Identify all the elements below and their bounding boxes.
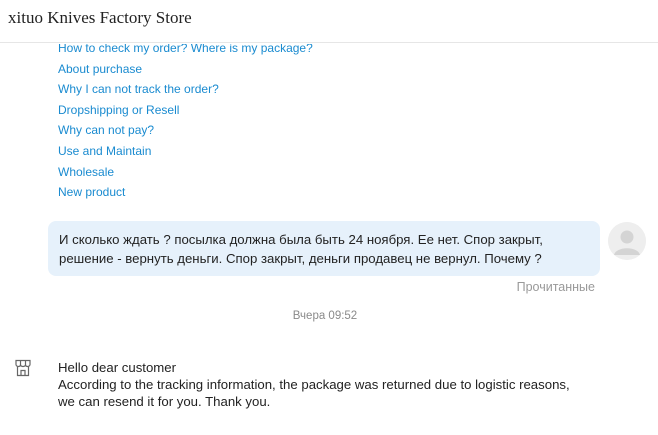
outgoing-message-text: И сколько ждать ? посылка должна была бы… [59, 232, 543, 266]
faq-link-use-maintain[interactable]: Use and Maintain [58, 141, 313, 162]
chat-area[interactable]: How to check my order? Where is my packa… [0, 44, 658, 435]
chat-header: xituo Knives Factory Store [0, 0, 658, 43]
faq-link-about-purchase[interactable]: About purchase [58, 59, 313, 80]
incoming-body: According to the tracking information, t… [58, 377, 570, 409]
read-status: Прочитанные [516, 280, 595, 294]
store-title[interactable]: xituo Knives Factory Store [8, 8, 192, 28]
faq-link-check-order[interactable]: How to check my order? Where is my packa… [58, 44, 313, 59]
faq-link-new-product[interactable]: New product [58, 182, 313, 203]
faq-link-track-order[interactable]: Why I can not track the order? [58, 79, 313, 100]
faq-link-dropshipping[interactable]: Dropshipping or Resell [58, 100, 313, 121]
time-divider: Вчера 09:52 [292, 310, 358, 322]
faq-link-wholesale[interactable]: Wholesale [58, 162, 313, 183]
shop-icon [14, 359, 32, 377]
faq-link-cannot-pay[interactable]: Why can not pay? [58, 120, 313, 141]
incoming-greeting: Hello dear customer [58, 360, 177, 375]
outgoing-message-bubble: И сколько ждать ? посылка должна была бы… [48, 221, 600, 276]
incoming-message: Hello dear customer According to the tra… [58, 359, 578, 410]
user-avatar-icon [608, 222, 646, 260]
faq-link-list: How to check my order? Where is my packa… [58, 44, 313, 203]
